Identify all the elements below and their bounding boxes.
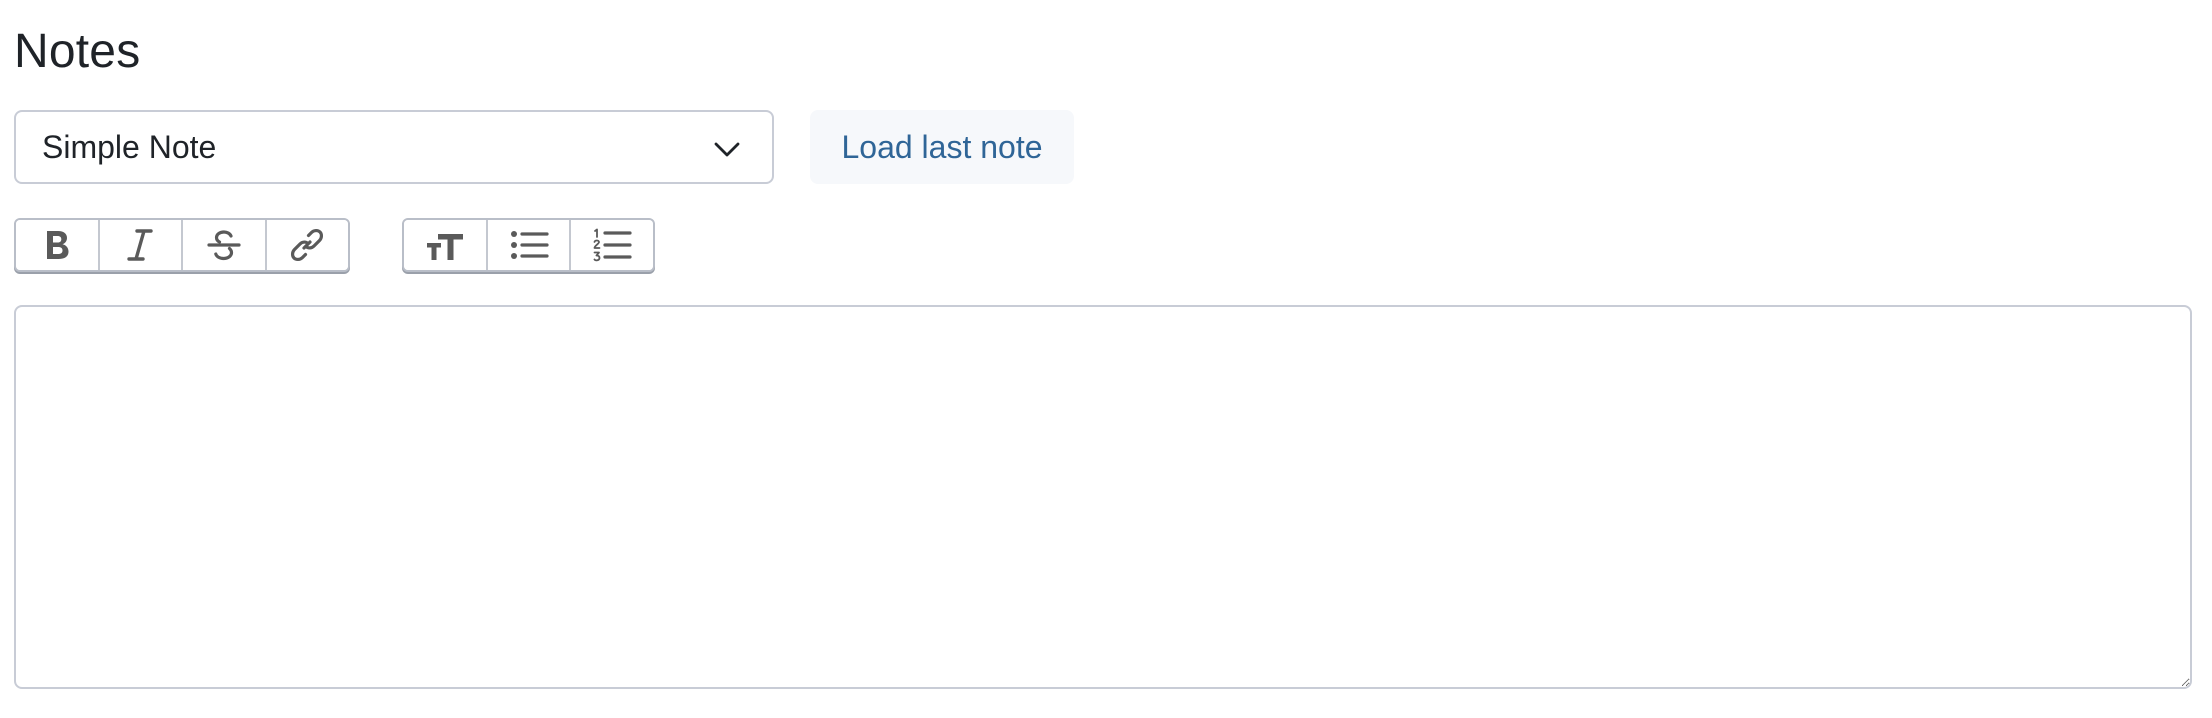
notes-page: Notes Simple Note Load last note (0, 0, 2212, 718)
italic-button[interactable] (99, 220, 183, 270)
chevron-down-icon (712, 134, 742, 164)
note-type-select[interactable]: Simple Note (14, 110, 774, 184)
note-type-selected-value: Simple Note (42, 128, 217, 165)
heading-button[interactable] (404, 220, 488, 270)
block-format-toolbar (402, 218, 655, 272)
heading-icon (425, 228, 465, 262)
note-editor[interactable] (14, 305, 2192, 689)
numbered-list-button[interactable] (571, 220, 653, 270)
load-last-note-button[interactable]: Load last note (810, 110, 1074, 184)
bold-button[interactable] (16, 220, 100, 270)
link-button[interactable] (266, 220, 348, 270)
bullet-list-icon (509, 228, 549, 262)
strikethrough-button[interactable] (183, 220, 267, 270)
link-icon (289, 227, 325, 263)
page-title: Notes (14, 25, 141, 78)
bold-icon (42, 228, 72, 262)
numbered-list-icon (592, 227, 632, 263)
strikethrough-icon (206, 228, 242, 262)
italic-icon (125, 228, 155, 262)
bullet-list-button[interactable] (487, 220, 572, 270)
text-format-toolbar (14, 218, 350, 272)
